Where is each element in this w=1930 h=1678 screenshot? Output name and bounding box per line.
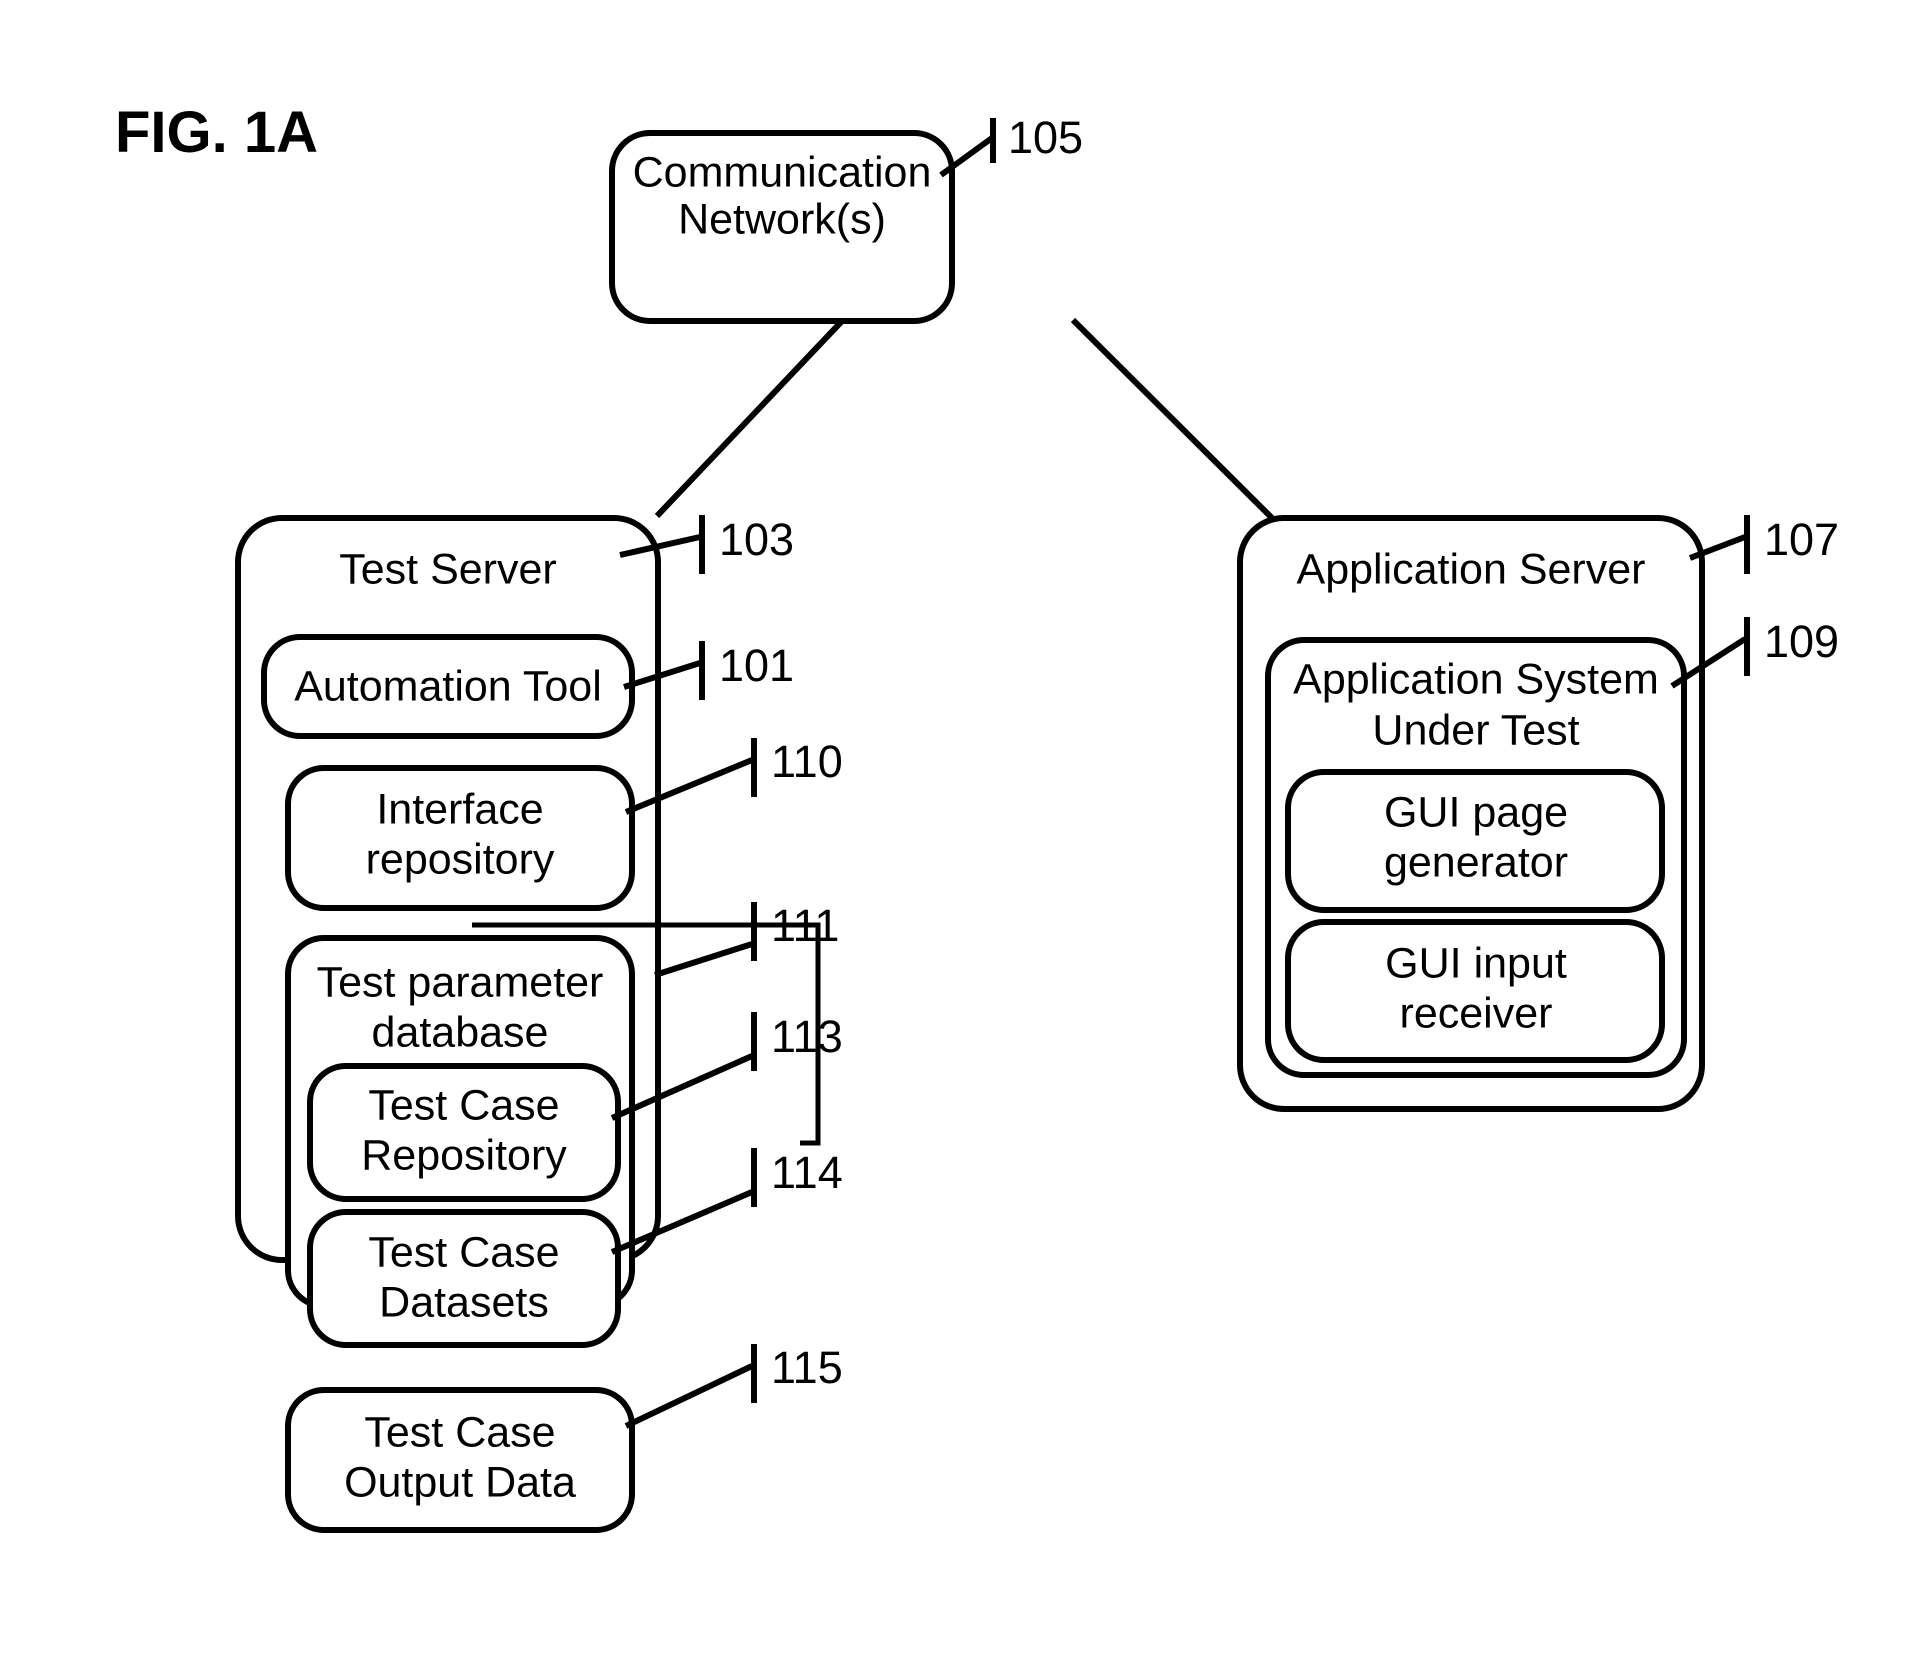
ref-number-109: 109: [1764, 616, 1839, 667]
test-case-datasets-label-line2: Datasets: [379, 1278, 549, 1326]
communication-network-label-line1: Communication: [633, 148, 932, 196]
ref-number-113: 113: [771, 1011, 843, 1062]
application-system-under-test-label-line2: Under Test: [1372, 706, 1579, 754]
gui-page-generator-label-line1: GUI page: [1384, 788, 1568, 836]
connector-network-to-application-server: [1070, 317, 1275, 521]
leader-line-115: [624, 1363, 754, 1429]
test-case-repository-label-line1: Test Case: [368, 1081, 559, 1129]
ref-number-110: 110: [771, 736, 843, 787]
test-server-label: Test Server: [339, 545, 556, 593]
test-case-repository-label-line2: Repository: [361, 1131, 567, 1179]
ref-number-103: 103: [719, 514, 794, 565]
application-system-under-test-label-line1: Application System: [1293, 655, 1659, 703]
ref-number-115: 115: [771, 1342, 843, 1393]
interface-repository-label-line1: Interface: [376, 785, 543, 833]
test-case-output-data-label-line2: Output Data: [344, 1458, 576, 1506]
test-parameter-database-label-line1: Test parameter: [317, 958, 604, 1006]
test-case-datasets-label-line1: Test Case: [368, 1228, 559, 1276]
connector-network-to-test-server: [654, 317, 846, 519]
test-case-output-data-label-line1: Test Case: [364, 1408, 555, 1456]
ref-number-111: 111: [771, 900, 839, 951]
application-server-label: Application Server: [1297, 545, 1646, 593]
leader-line-111: [654, 941, 753, 978]
automation-tool-label: Automation Tool: [294, 662, 602, 710]
gui-input-receiver-label-line1: GUI input: [1385, 939, 1567, 987]
test-parameter-database-label-line2: database: [372, 1008, 549, 1056]
communication-network-label-line2: Network(s): [678, 195, 886, 243]
ref-number-107: 107: [1764, 514, 1839, 565]
gui-page-generator-label-line2: generator: [1384, 838, 1568, 886]
ref-number-101: 101: [719, 640, 794, 691]
interface-repository-label-line2: repository: [366, 835, 555, 883]
gui-input-receiver-label-line2: receiver: [1400, 989, 1553, 1037]
figure-title: FIG. 1A: [115, 100, 318, 165]
patent-figure-1a: FIG. 1A Communication Network(s) 105 Tes…: [0, 0, 1930, 1678]
ref-number-114: 114: [771, 1147, 843, 1198]
diagram-canvas: FIG. 1A Communication Network(s) 105 Tes…: [115, 100, 1839, 1533]
ref-number-105: 105: [1008, 112, 1083, 163]
